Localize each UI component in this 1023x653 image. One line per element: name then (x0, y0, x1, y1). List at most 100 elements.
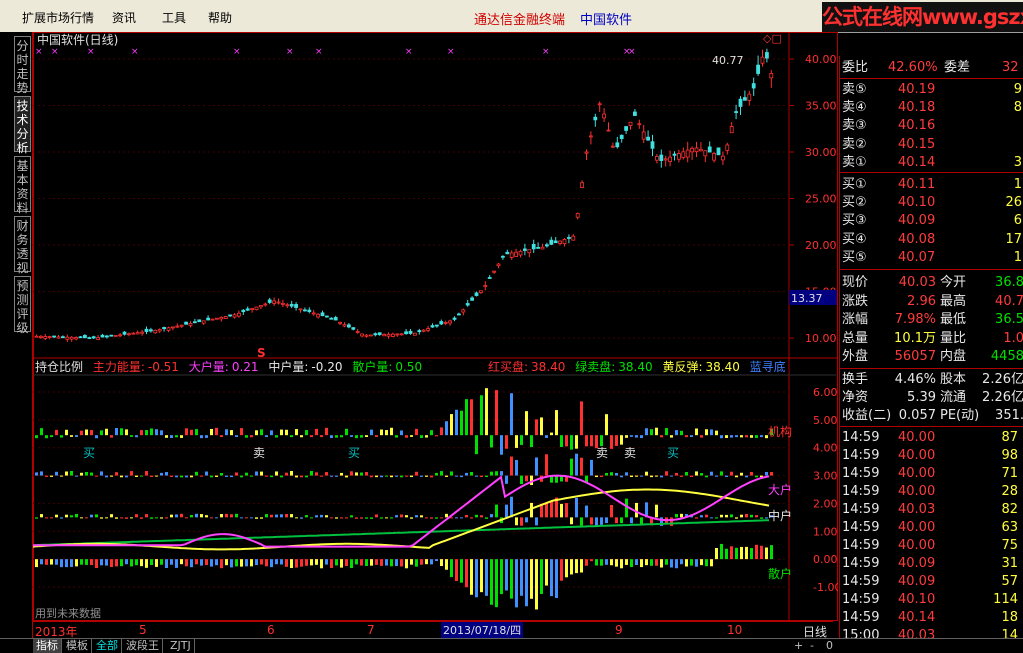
tab-financial[interactable]: 财务透视 (14, 216, 31, 275)
tab-technical[interactable]: 技术分析 (14, 96, 31, 155)
candle-body (228, 314, 233, 317)
ask-price: 40.14 (898, 154, 936, 170)
menu-tools[interactable]: 工具 (162, 9, 186, 26)
indicator-bar (365, 472, 368, 476)
indicator-bar (380, 429, 383, 436)
indicator-bar (45, 475, 48, 477)
window-controls-icon[interactable]: ◇□ (763, 32, 782, 45)
candle-body (655, 156, 659, 161)
candle-body (575, 212, 580, 218)
indicator-bar (645, 471, 648, 476)
indicator-bar (185, 559, 188, 567)
tick-price: 40.00 (898, 466, 936, 481)
candle-body (593, 116, 598, 121)
indicator-bar (545, 435, 548, 438)
indicator-bar (325, 427, 328, 436)
indicator-bar (230, 475, 233, 478)
indicator-bar (230, 430, 233, 436)
indicator-bar (410, 517, 413, 519)
indicator-bar (640, 559, 643, 568)
indicator-bar (310, 471, 313, 476)
indicator-bar (465, 399, 468, 436)
indicator-bar (410, 435, 413, 437)
indicator-bar (100, 517, 103, 519)
tab-basic-info[interactable]: 基本资料 (14, 156, 31, 215)
candle-body (404, 331, 409, 335)
ask-row: 卖② 40.15 (840, 136, 1023, 154)
indicator-bar (340, 559, 343, 568)
candle-body (624, 126, 628, 131)
reset-zoom-button[interactable]: 0 (826, 639, 833, 652)
weibi-label: 委比 (842, 60, 869, 75)
indicator-bar (275, 559, 278, 565)
tab-zjtj[interactable]: ZJTJ (167, 639, 195, 653)
tick-price: 40.14 (898, 610, 936, 625)
tick-time: 14:59 (842, 430, 880, 445)
indicator-bar (60, 517, 63, 519)
candle-body (659, 154, 664, 161)
indicator-bar (195, 429, 198, 436)
indicator-bar (135, 514, 138, 518)
indicator-bar (380, 475, 383, 478)
indicator-bar (350, 515, 353, 518)
indicator-bar (185, 517, 188, 519)
stat-label: 总量 (842, 330, 869, 346)
indicator-bar (750, 471, 753, 476)
candle-body (769, 73, 774, 79)
indicator-bar (520, 517, 523, 526)
ask-row: 卖⑤ 40.19 9 (840, 81, 1023, 99)
indicator-bar (355, 517, 358, 519)
indicator-bar (515, 559, 518, 608)
indicator-bar (385, 517, 388, 519)
candle-body (105, 335, 109, 338)
indicator-bar (100, 471, 103, 476)
chart-area[interactable]: ×××××××××××× 40.0035.0030.0025.0020.0015… (33, 32, 838, 621)
tab-forecast[interactable]: 预测评级 (14, 276, 31, 335)
indicator-bar (130, 471, 133, 476)
indicator-bar (635, 475, 638, 477)
candle-body (500, 255, 505, 258)
indicator-bar (360, 517, 363, 519)
tab-all[interactable]: 全部 (93, 639, 122, 653)
indicator-bar (170, 559, 173, 565)
event-marker-icon: × (405, 47, 413, 57)
indicator-bar (320, 475, 323, 477)
tab-template[interactable]: 模板 (63, 639, 92, 653)
stat-value: 40.03 (898, 275, 936, 290)
zoom-out-button[interactable]: - (810, 639, 814, 652)
indicator-bar (255, 471, 258, 476)
candle-body (430, 325, 435, 328)
current-price-tag-text: 13.37 (791, 292, 823, 305)
menu-extended-market[interactable]: 扩展市场行情 (22, 9, 94, 26)
indicator-bar (70, 515, 73, 518)
tick-price: 40.00 (898, 538, 936, 553)
indicator-bar (365, 517, 368, 519)
indicator-bar (235, 435, 238, 438)
menu-help[interactable]: 帮助 (208, 9, 232, 26)
indicator-bar (660, 435, 663, 438)
indicator-bar (495, 559, 498, 608)
indicator-bar (475, 514, 478, 518)
indicator-bar (410, 475, 413, 478)
tick-time: 14:59 (842, 574, 880, 589)
tab-wave-king[interactable]: 波段王 (123, 639, 163, 653)
indicator-bar (395, 435, 398, 438)
indicator-bar (335, 517, 338, 519)
menu-news[interactable]: 资讯 (112, 9, 136, 26)
zoom-in-button[interactable]: + (794, 639, 803, 652)
candle-body (122, 331, 127, 335)
candle-body (505, 251, 510, 255)
indicator-bar (50, 559, 53, 565)
fin-label: 收益(二) (842, 408, 892, 423)
indicator-bar (230, 514, 233, 518)
tick-volume: 18 (1001, 610, 1018, 625)
price-tick-label: 25.00 (805, 193, 837, 206)
tab-indicator[interactable]: 指标 (33, 639, 62, 653)
indicator-bar (50, 475, 53, 477)
candle-body (703, 150, 708, 157)
indicator-bar (60, 475, 63, 477)
indicator-bar (140, 517, 143, 519)
indicator-bar (235, 559, 238, 567)
tab-intraday[interactable]: 分时走势 (14, 36, 31, 95)
indicator-bar (215, 517, 218, 519)
